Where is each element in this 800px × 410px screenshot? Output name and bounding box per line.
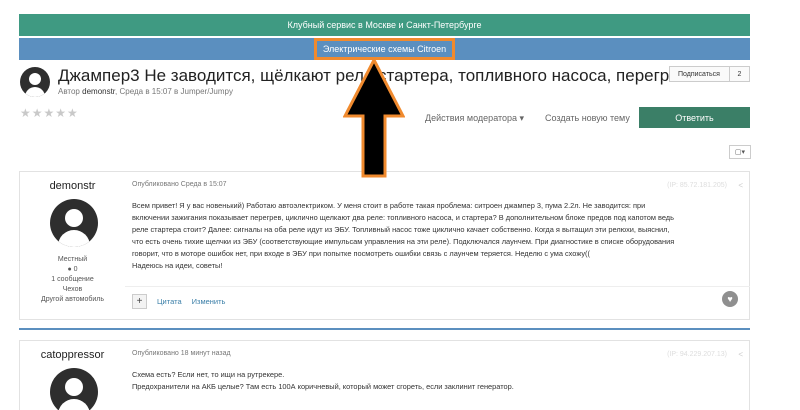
post-1: demonstr Местный ● 0 1 сообщение Чехов Д… bbox=[19, 171, 750, 320]
share-icon[interactable]: < bbox=[738, 350, 743, 359]
post-1-author-name[interactable]: demonstr bbox=[20, 180, 125, 192]
post-1-line: реле стартера стоит? Далее: сигналы на о… bbox=[132, 225, 670, 234]
club-service-banner[interactable]: Клубный сервис в Москве и Санкт-Петербур… bbox=[19, 14, 750, 36]
post-2: catoppressor Опубликовано 18 минут назад… bbox=[19, 340, 750, 410]
post-1-city: Чехов bbox=[62, 286, 83, 293]
topic-forum-link[interactable]: Jumper/Jumpy bbox=[181, 87, 233, 96]
post-2-author-column: catoppressor bbox=[20, 341, 125, 410]
club-service-banner-text: Клубный сервис в Москве и Санкт-Петербур… bbox=[287, 20, 482, 30]
post-1-car: Другой автомобиль bbox=[40, 296, 105, 303]
post-2-published: Опубликовано 18 минут назад bbox=[132, 350, 231, 357]
follow-count: 2 bbox=[729, 67, 749, 81]
post-1-line: что есть очень тихие щелчки из ЭБУ (соот… bbox=[132, 237, 675, 246]
post-2-line: Схема есть? Если нет, то ищи на рутрекер… bbox=[132, 370, 285, 379]
forum-page: Клубный сервис в Москве и Санкт-Петербур… bbox=[0, 0, 800, 410]
post-1-actions-divider bbox=[125, 286, 750, 287]
citroen-schemes-banner-text: Электрические схемы Citroen bbox=[313, 38, 456, 60]
post-2-line: Предохранители на АКБ целые? Там есть 10… bbox=[132, 382, 514, 391]
topic-author-link[interactable]: demonstr bbox=[82, 87, 115, 96]
author-prefix: Автор bbox=[58, 87, 80, 96]
post-1-published: Опубликовано Среда в 15:07 bbox=[132, 181, 227, 188]
post-1-line: говорит, что в моторе ошибок нет, при вх… bbox=[132, 249, 590, 258]
follow-button[interactable]: Подписаться 2 bbox=[669, 66, 750, 82]
follow-label: Подписаться bbox=[678, 70, 720, 78]
post-2-body: Схема есть? Если нет, то ищи на рутрекер… bbox=[132, 369, 737, 393]
reply-button[interactable]: Ответить bbox=[639, 107, 750, 128]
post-1-messages: 1 сообщение bbox=[51, 276, 94, 283]
quote-link[interactable]: Цитата bbox=[157, 297, 182, 306]
posts-divider bbox=[19, 328, 750, 330]
topic-subline: Автор demonstr, Среда в 15:07 в Jumper/J… bbox=[58, 87, 233, 96]
post-2-author-name[interactable]: catoppressor bbox=[20, 349, 125, 361]
create-topic-link[interactable]: Создать новую тему bbox=[545, 113, 630, 123]
post-1-author-column: demonstr Местный ● 0 1 сообщение Чехов Д… bbox=[20, 172, 125, 319]
post-1-author-avatar[interactable] bbox=[50, 199, 98, 247]
moderator-actions-menu[interactable]: Действия модератора ▾ bbox=[425, 113, 524, 124]
post-2-author-avatar[interactable] bbox=[50, 368, 98, 410]
citroen-schemes-banner[interactable]: Электрические схемы Citroen bbox=[19, 38, 750, 60]
up-arrow-annotation bbox=[343, 58, 405, 178]
post-1-reputation: ● 0 bbox=[67, 266, 78, 273]
post-1-body: Всем привет! Я у вас новенький) Работаю … bbox=[132, 200, 737, 272]
post-1-ip: (IP: 85.72.181.205) bbox=[667, 182, 727, 189]
topic-date: Среда в 15:07 в bbox=[119, 87, 179, 96]
post-1-line: Всем привет! Я у вас новенький) Работаю … bbox=[132, 201, 646, 210]
post-1-rank: Местный bbox=[57, 256, 88, 263]
post-1-actions: + Цитата Изменить bbox=[132, 292, 235, 310]
share-icon[interactable]: < bbox=[738, 181, 743, 190]
rating-stars[interactable]: ★★★★★ bbox=[20, 106, 79, 120]
heart-icon[interactable]: ♥ bbox=[722, 291, 738, 307]
post-1-line: включении зажигания показывает перегрев,… bbox=[132, 213, 674, 222]
topic-author-avatar[interactable] bbox=[20, 67, 50, 97]
edit-link[interactable]: Изменить bbox=[192, 297, 226, 306]
multiquote-button[interactable]: + bbox=[132, 293, 147, 309]
post-2-ip: (IP: 94.229.207.13) bbox=[667, 351, 727, 358]
view-toggle-button[interactable]: ▢▾ bbox=[729, 145, 751, 159]
post-1-line: Надеюсь на идеи, советы! bbox=[132, 261, 223, 270]
